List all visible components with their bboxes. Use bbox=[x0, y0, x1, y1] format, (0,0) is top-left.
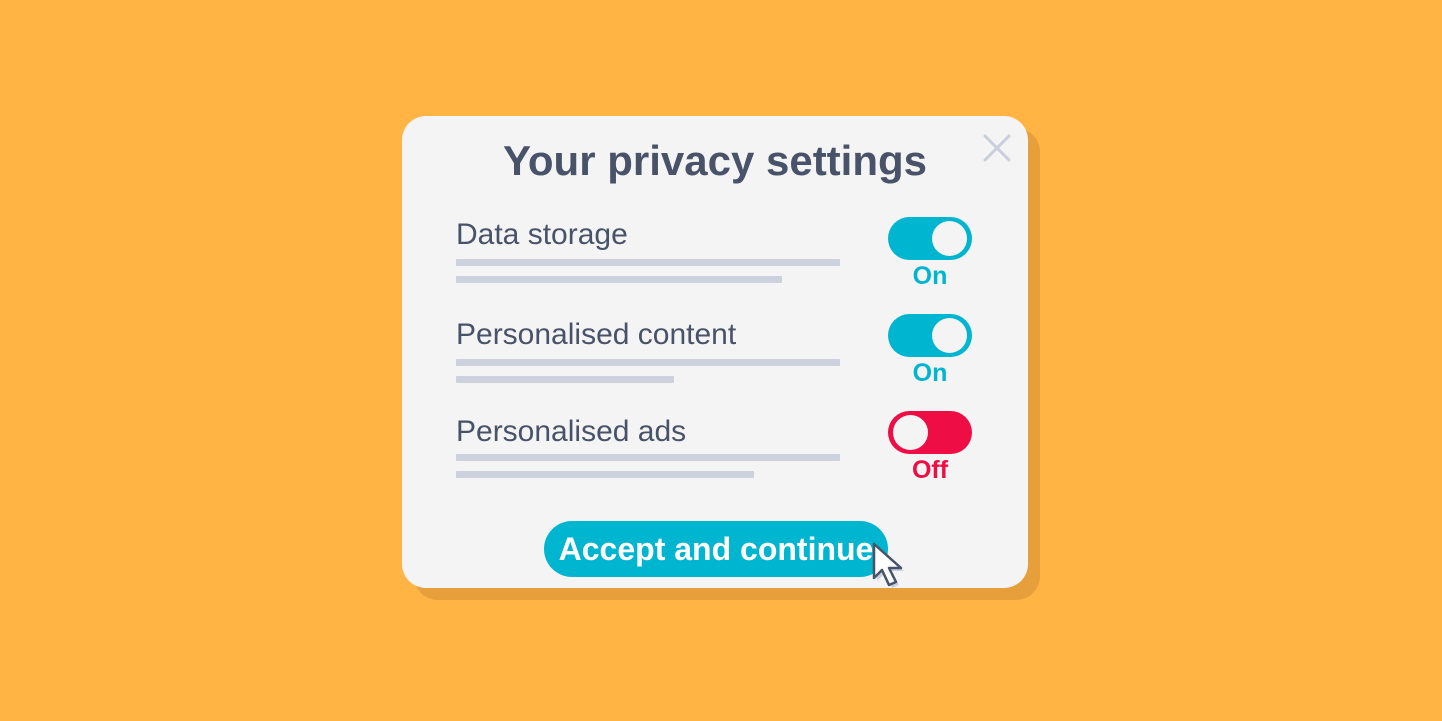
description-line bbox=[456, 359, 840, 366]
setting-label-personalised-ads: Personalised ads bbox=[456, 415, 687, 448]
stage: Your privacy settings Data storage On Pe… bbox=[0, 0, 1442, 721]
toggle-state-data-storage: On bbox=[912, 262, 948, 290]
dialog-title: Your privacy settings bbox=[502, 137, 928, 184]
toggle-data-storage[interactable] bbox=[888, 217, 972, 260]
description-line bbox=[456, 276, 782, 283]
toggle-personalised-ads[interactable] bbox=[888, 411, 972, 454]
toggle-knob bbox=[893, 415, 928, 450]
description-line bbox=[456, 259, 840, 266]
setting-label-data-storage: Data storage bbox=[456, 218, 628, 251]
toggle-personalised-content[interactable] bbox=[888, 314, 972, 357]
setting-label-personalised-content: Personalised content bbox=[456, 318, 737, 351]
accept-and-continue-button[interactable]: Accept and continue bbox=[544, 521, 888, 577]
description-line bbox=[456, 376, 674, 383]
description-line bbox=[456, 454, 840, 461]
mouse-pointer-icon bbox=[868, 540, 912, 590]
toggle-state-personalised-ads: Off bbox=[911, 456, 949, 484]
toggle-state-personalised-content: On bbox=[912, 359, 948, 387]
description-line bbox=[456, 471, 754, 478]
toggle-knob bbox=[932, 318, 967, 353]
toggle-knob bbox=[932, 221, 967, 256]
